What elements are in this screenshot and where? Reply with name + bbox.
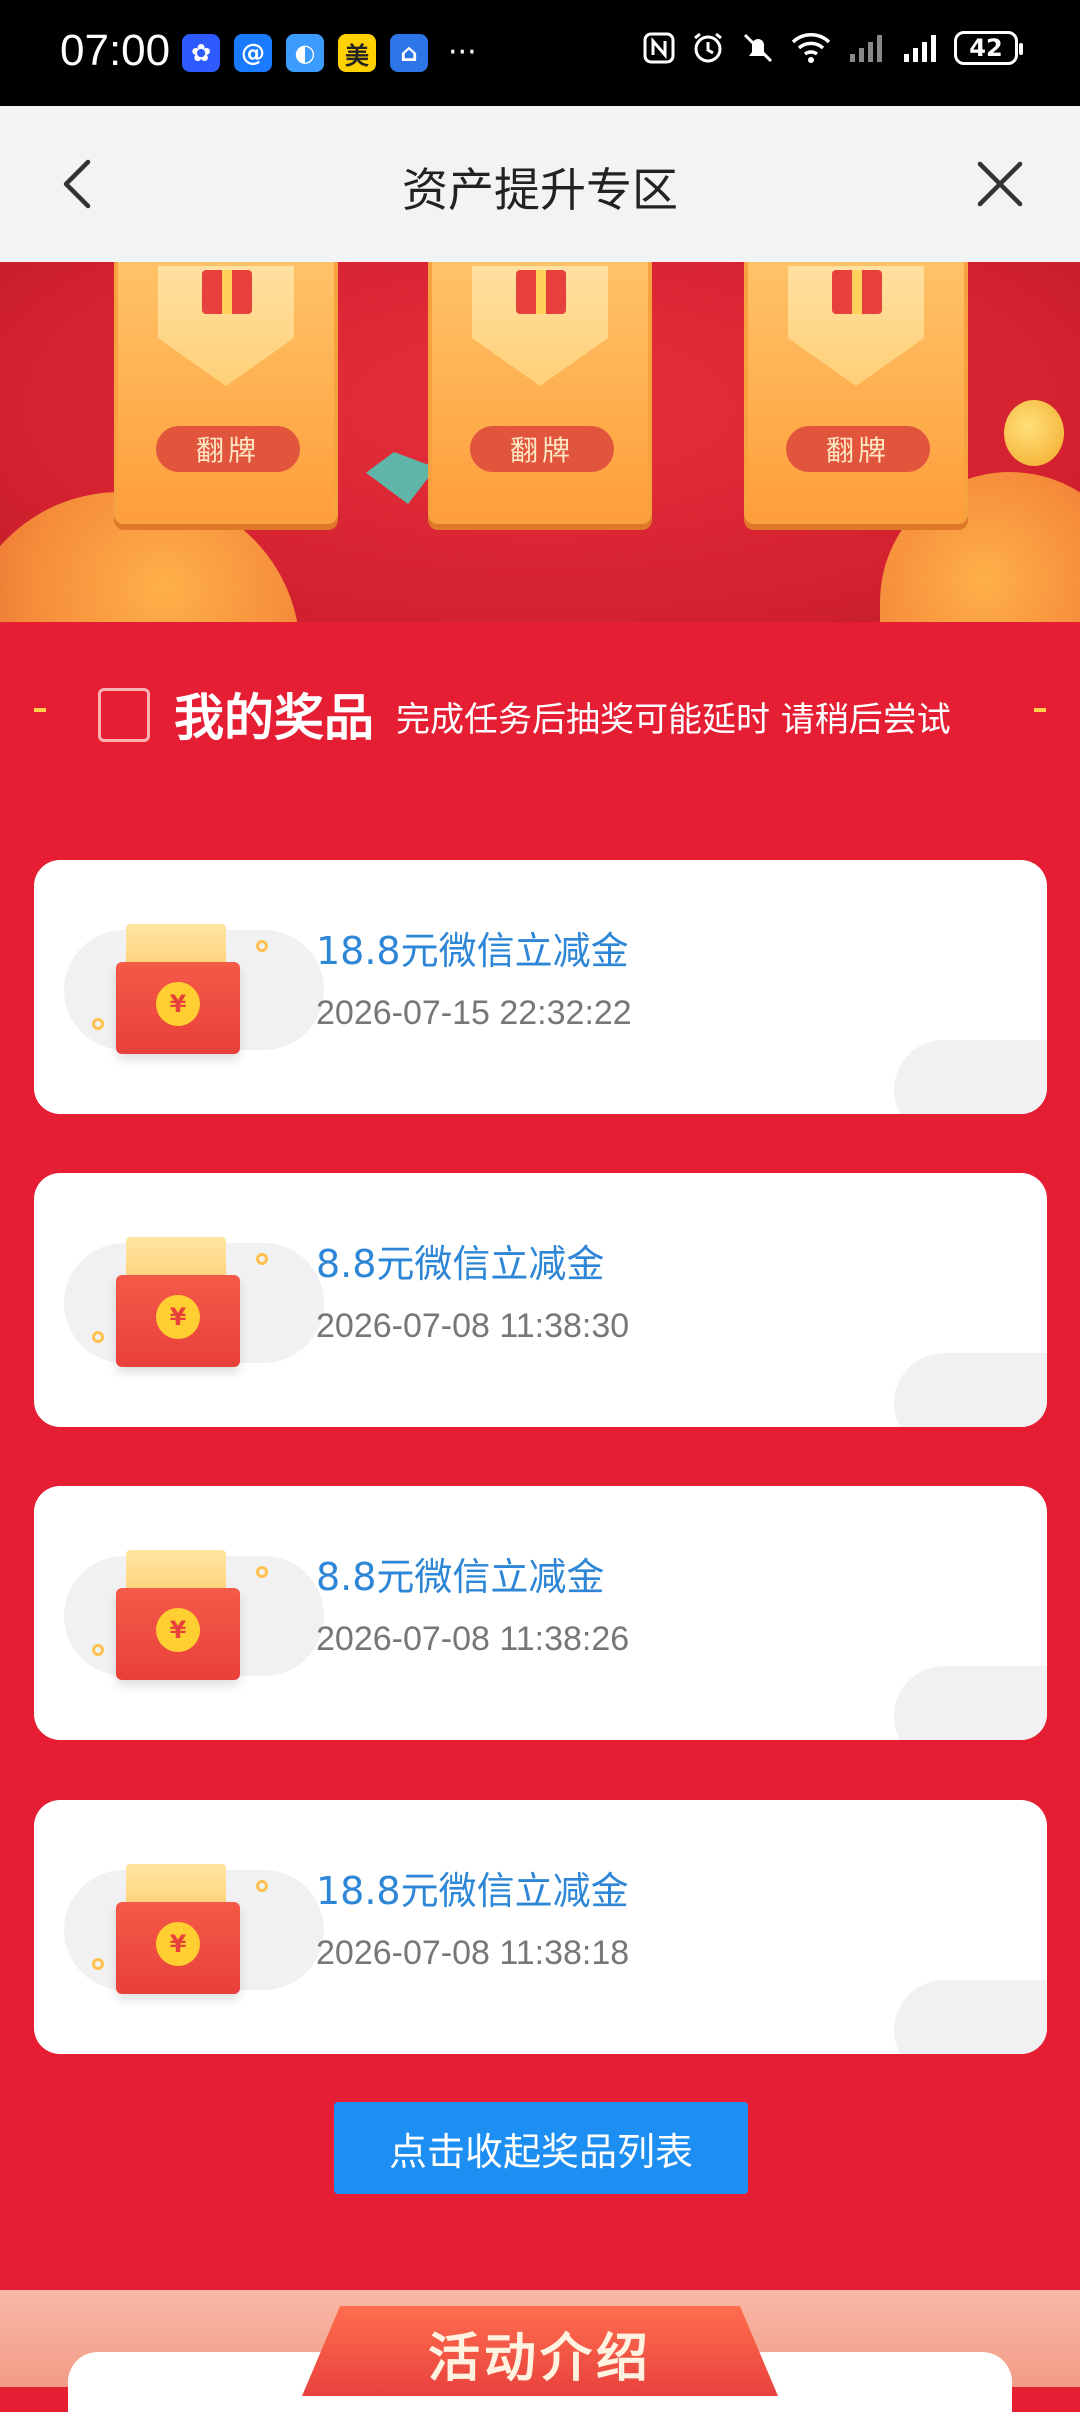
red-envelope-icon: ¥ bbox=[116, 1550, 246, 1690]
gold-coin-decoration bbox=[1004, 400, 1064, 466]
divider-dash bbox=[34, 708, 46, 712]
intro-title: 活动介绍 bbox=[427, 2329, 652, 2389]
lottery-banner: 翻牌 翻牌 翻牌 bbox=[0, 262, 1080, 622]
nfc-icon bbox=[643, 32, 675, 64]
flip-button-2[interactable]: 翻牌 bbox=[470, 426, 614, 472]
red-envelope-icon: ¥ bbox=[116, 1237, 246, 1377]
app-cyan-icon: @ bbox=[234, 34, 272, 72]
prize-card: ¥ 8.8元微信立减金 2026-07-08 11:38:26 bbox=[34, 1486, 1047, 1740]
gift-icon bbox=[832, 270, 882, 314]
prize-name: 18.8元微信立减金 bbox=[316, 929, 629, 973]
flip-button-1[interactable]: 翻牌 bbox=[156, 426, 300, 472]
close-button[interactable] bbox=[970, 154, 1030, 214]
flip-card-1[interactable]: 翻牌 bbox=[114, 262, 338, 524]
gem-decoration bbox=[366, 452, 436, 504]
title-bar: 资产提升专区 bbox=[0, 106, 1080, 262]
divider-dash bbox=[1034, 708, 1046, 712]
prize-name: 18.8元微信立减金 bbox=[316, 1869, 629, 1913]
prizes-header: 我的奖品 完成任务后抽奖可能延时 请稍后尝试 bbox=[0, 670, 1080, 750]
ticket-icon bbox=[98, 688, 150, 742]
wifi-icon bbox=[791, 33, 831, 63]
gift-icon bbox=[202, 270, 252, 314]
status-bar: 07:00 ✿ @ ◐ 美 ⌂ ··· 42 bbox=[0, 0, 1080, 106]
battery-indicator: 42 bbox=[954, 31, 1023, 65]
prize-card: ¥ 8.8元微信立减金 2026-07-08 11:38:30 bbox=[34, 1173, 1047, 1427]
app-photo-icon: ◐ bbox=[286, 34, 324, 72]
app-bank-icon: ⌂ bbox=[390, 34, 428, 72]
prize-time: 2026-07-15 22:32:22 bbox=[316, 994, 632, 1032]
prize-name: 8.8元微信立减金 bbox=[316, 1242, 605, 1286]
flip-card-3[interactable]: 翻牌 bbox=[744, 262, 968, 524]
prizes-note: 完成任务后抽奖可能延时 请稍后尝试 bbox=[396, 700, 951, 740]
flip-card-2[interactable]: 翻牌 bbox=[428, 262, 652, 524]
status-time: 07:00 bbox=[60, 26, 171, 75]
prize-time: 2026-07-08 11:38:26 bbox=[316, 1620, 630, 1658]
alarm-icon bbox=[694, 32, 722, 63]
mute-icon bbox=[743, 33, 773, 63]
status-app-icons: ✿ @ ◐ 美 ⌂ ··· bbox=[182, 34, 477, 72]
app-blue-icon: ✿ bbox=[182, 34, 220, 72]
prizes-title: 我的奖品 bbox=[174, 689, 374, 747]
red-envelope-icon: ¥ bbox=[116, 924, 246, 1064]
status-indicators: 42 bbox=[642, 30, 1023, 66]
more-notifications-icon: ··· bbox=[448, 35, 477, 70]
prize-card: ¥ 18.8元微信立减金 2026-07-08 11:38:18 bbox=[34, 1800, 1047, 2054]
signal-icon bbox=[904, 35, 936, 62]
collapse-prize-list-button[interactable]: 点击收起奖品列表 bbox=[334, 2102, 748, 2194]
signal-no-sim-icon bbox=[850, 35, 882, 62]
prize-time: 2026-07-08 11:38:18 bbox=[316, 1934, 630, 1972]
prize-card: ¥ 18.8元微信立减金 2026-07-15 22:32:22 bbox=[34, 860, 1047, 1114]
red-envelope-icon: ¥ bbox=[116, 1864, 246, 2004]
activity-intro-section: 活动介绍 bbox=[0, 2290, 1080, 2412]
close-icon bbox=[977, 161, 1023, 207]
gift-icon bbox=[516, 270, 566, 314]
prize-time: 2026-07-08 11:38:30 bbox=[316, 1307, 630, 1345]
page-title: 资产提升专区 bbox=[402, 163, 678, 217]
app-meituan-icon: 美 bbox=[338, 34, 376, 72]
flip-button-3[interactable]: 翻牌 bbox=[786, 426, 930, 472]
prize-name: 8.8元微信立减金 bbox=[316, 1555, 605, 1599]
